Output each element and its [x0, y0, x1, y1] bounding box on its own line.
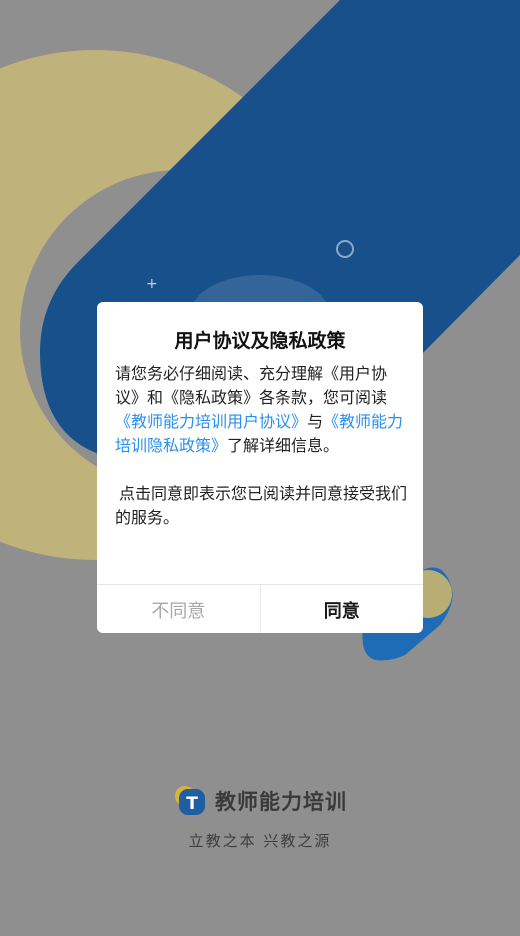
dialog-body: 请您务必仔细阅读、充分理解《用户协议》和《隐私政策》各条款，您可阅读《教师能力培…: [115, 362, 407, 530]
consent-paragraph: 点击同意即表示您已阅读并同意接受我们的服务。: [115, 484, 408, 527]
body-intro-text: 请您务必仔细阅读、充分理解《用户协议》和《隐私政策》各条款，您可阅读: [115, 364, 388, 407]
logo-letter: T: [186, 794, 198, 814]
app-slogan: 立教之本 兴教之源: [188, 832, 332, 850]
disagree-button[interactable]: 不同意: [97, 585, 261, 633]
agree-button[interactable]: 同意: [261, 585, 424, 633]
dialog-title: 用户协议及隐私政策: [174, 330, 346, 352]
app-name: 教师能力培训: [215, 790, 347, 814]
body-end-text: 了解详细信息。: [227, 436, 340, 455]
privacy-dialog: 用户协议及隐私政策 请您务必仔细阅读、充分理解《用户协议》和《隐私政策》各条款，…: [97, 302, 423, 633]
dialog-button-row: 不同意 同意: [97, 584, 423, 633]
user-agreement-link[interactable]: 《教师能力培训用户协议》: [115, 412, 307, 431]
brand-header: T 教师能力培训: [0, 783, 520, 819]
agreement-paragraph: 请您务必仔细阅读、充分理解《用户协议》和《隐私政策》各条款，您可阅读《教师能力培…: [115, 362, 407, 458]
connector-text: 与: [307, 412, 324, 431]
svg-text:+: +: [146, 276, 158, 292]
app-logo-icon: T: [175, 786, 205, 815]
